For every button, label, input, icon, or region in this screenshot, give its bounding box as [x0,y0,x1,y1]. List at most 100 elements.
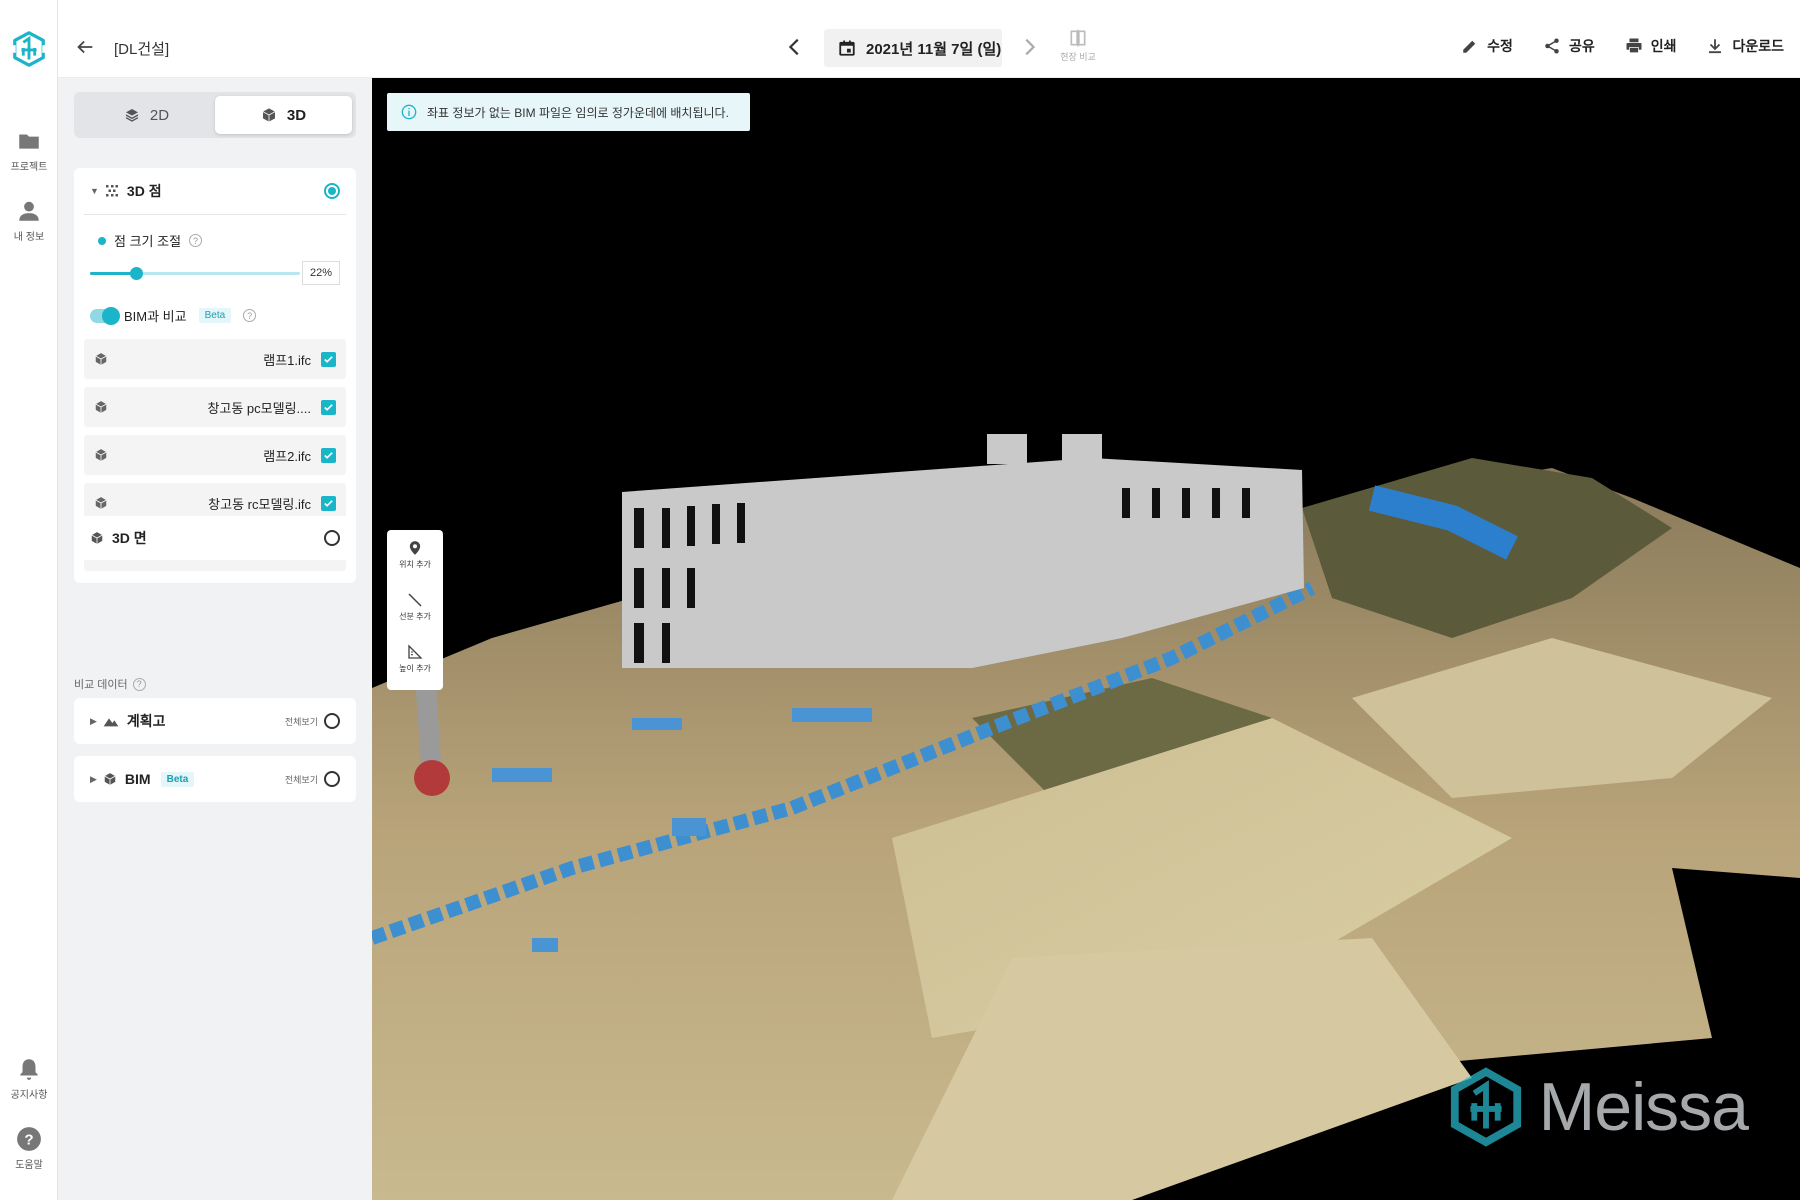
chevron-right-icon[interactable] [1018,36,1040,58]
person-icon [19,201,39,221]
bim-file-checkbox[interactable] [321,447,336,463]
site-compare-button[interactable]: 현장 비교 [1046,28,1110,63]
point-size-row: 점 크기 조절 ? [74,215,356,250]
rail-item-label: 공지사항 [10,1090,48,1101]
caret-down-icon: ▼ [90,186,99,196]
cube-icon [95,449,107,461]
rail-item-label: 내 정보 [13,232,45,243]
back-arrow-icon[interactable] [74,36,96,58]
caret-right-icon: ▶ [90,773,97,784]
bim-radio[interactable] [324,771,340,787]
folder-icon [19,134,39,149]
point-cloud-icon [105,185,118,197]
info-banner: 좌표 정보가 없는 BIM 파일은 임의로 정가운데에 배치됩니다. [387,93,750,131]
points-card-header[interactable]: ▼ 3D 점 [74,168,356,214]
pencil-icon [1463,40,1476,53]
terrain-icon [103,718,119,727]
plan-height-header[interactable]: ▶ 계획고 전체보기 [74,698,356,744]
caret-right-icon: ▶ [90,715,97,726]
point-size-slider[interactable]: 22% [90,254,340,294]
bim-file-item[interactable]: 램프2.ifc [84,435,346,475]
bim-file-name: 창고동 rc모델링.ifc [208,496,311,512]
share-icon [1545,38,1559,54]
rail-item-projects[interactable]: 프로젝트 [0,128,58,173]
add-line-tool[interactable]: 선분 추가 [387,582,443,634]
point-size-input[interactable]: 22% [302,261,340,285]
meissa-watermark: Meissa [1447,1066,1749,1148]
slider-thumb[interactable] [130,267,144,280]
edit-button[interactable]: 수정 [1461,36,1513,56]
bim-header[interactable]: ▶ BIM Beta 전체보기 [74,756,356,802]
compare-section-text: 비교 데이터 [74,679,128,691]
printer-icon [1626,38,1642,54]
3d-viewer[interactable]: 좌표 정보가 없는 BIM 파일은 임의로 정가운데에 배치됩니다. 위치 추가… [372,78,1800,1200]
tab-2d[interactable]: 2D [78,96,215,134]
tab-3d[interactable]: 3D [215,96,352,134]
rail-item-notices[interactable]: 공지사항 [0,1056,58,1101]
bim-file-item[interactable]: 램프1.ifc [84,339,346,379]
compare-label: 현장 비교 [1060,52,1096,62]
beta-badge: Beta [198,308,232,323]
bim-file-item[interactable]: 창고동 pc모델링.... [84,387,346,427]
bim-file-checkbox[interactable] [321,399,336,415]
print-label: 인쇄 [1650,38,1677,54]
help-icon: ? [17,1127,41,1151]
check-icon [324,451,333,459]
check-icon [324,499,333,507]
chevron-left-icon[interactable] [784,36,806,58]
share-button[interactable]: 공유 [1543,36,1595,56]
rail-item-help[interactable]: ? 도움말 [0,1126,58,1171]
point-cloud-scene[interactable] [372,78,1800,1200]
project-title: [DL건설] [114,41,170,58]
check-icon [324,403,333,411]
bim-compare-toggle[interactable] [90,306,120,325]
line-segment-icon [408,593,422,607]
bim-file-checkbox[interactable] [321,495,336,511]
point-size-label: 점 크기 조절 [114,234,182,249]
bim-file-checkbox[interactable] [321,351,336,367]
left-rail: 프로젝트 내 정보 공지사항 ? 도움말 [0,0,58,1200]
bim-title: BIM [124,771,151,787]
action-bar: 수정 공유 인쇄 다운로드 [1461,36,1784,56]
download-button[interactable]: 다운로드 [1706,36,1784,56]
compare-icon [1070,29,1086,47]
date-selector[interactable]: 2021년 11월 7일 (일) [824,29,1002,67]
height-ruler-icon [408,644,423,659]
cube-icon [95,497,107,509]
print-button[interactable]: 인쇄 [1625,36,1677,56]
mesh-card-title: 3D 면 [112,530,147,546]
help-circle-icon[interactable]: ? [132,677,146,691]
rail-item-my-info[interactable]: 내 정보 [0,198,58,243]
add-location-tool[interactable]: 위치 추가 [387,530,443,582]
rail-item-label: 프로젝트 [10,162,48,173]
help-circle-icon[interactable]: ? [189,234,203,247]
cube-icon [262,108,276,122]
meissa-watermark-logo-icon [1450,1067,1521,1147]
add-height-tool[interactable]: 높이 추가 [387,634,443,686]
add-line-label: 선분 추가 [399,612,431,621]
bim-compare-label: BIM과 비교 [124,309,187,324]
layers-icon [125,109,139,122]
measure-toolbar: 위치 추가 선분 추가 높이 추가 [387,530,443,690]
mesh-radio[interactable] [324,530,340,546]
svg-text:?: ? [24,1131,33,1148]
app: 프로젝트 내 정보 공지사항 ? 도움말 [DL건설] 2021년 11월 7일… [0,0,1800,1200]
plan-height-radio[interactable] [324,713,340,729]
plan-height-card: ▶ 계획고 전체보기 [74,698,356,744]
date-label: 2021년 11월 7일 (일) [866,40,1002,58]
top-bar: [DL건설] 2021년 11월 7일 (일) 현장 비교 수정 공유 인쇄 다… [58,0,1800,78]
map-pin-icon [409,541,421,555]
plan-height-title: 계획고 [126,713,166,729]
points-card-title: 3D 점 [126,183,162,199]
bell-icon [20,1059,38,1080]
mesh-card-header[interactable]: 3D 면 [74,516,356,560]
cube-icon [104,773,116,785]
viewall-label: 전체보기 [284,716,318,727]
meissa-logo-icon[interactable] [10,30,48,68]
beta-badge: Beta [160,771,195,787]
bullet-dot [98,236,106,245]
help-circle-icon[interactable]: ? [243,309,257,322]
points-radio[interactable] [324,183,340,199]
side-panel: 2D 3D ▼ 3D 점 점 크기 조절 ? 22% BIM과 비교 Beta … [58,78,372,1200]
view-mode-toggle: 2D 3D [74,92,356,138]
